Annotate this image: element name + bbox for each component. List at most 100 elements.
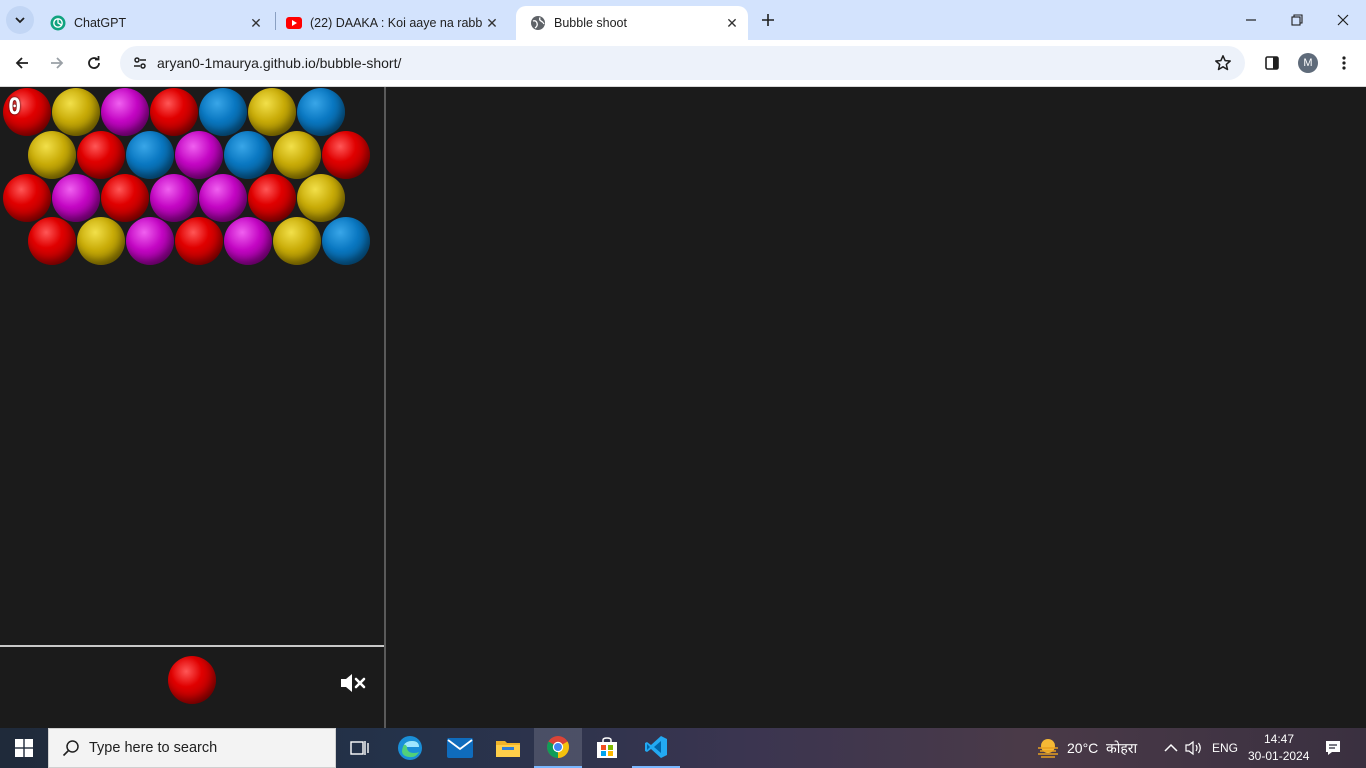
vscode-icon xyxy=(645,736,667,758)
chrome-app[interactable] xyxy=(534,728,582,768)
bubble-magenta xyxy=(223,217,272,265)
search-placeholder: Type here to search xyxy=(89,740,218,756)
bubble-blue xyxy=(199,88,247,136)
tab-title: Bubble shoot xyxy=(554,16,627,30)
bubble-red xyxy=(174,217,223,265)
browser-toolbar: aryan0-1maurya.github.io/bubble-short/ xyxy=(0,40,1366,87)
mute-button[interactable] xyxy=(338,671,368,695)
bubble-red xyxy=(27,217,76,265)
tab-title: (22) DAAKA : Koi aaye na rabba xyxy=(310,16,482,30)
windows-logo-icon xyxy=(15,739,33,757)
arrow-right-icon xyxy=(51,57,64,69)
bubble-magenta xyxy=(199,174,247,222)
store-app[interactable] xyxy=(583,728,631,768)
mail-app[interactable] xyxy=(436,728,484,768)
bubble-red xyxy=(150,88,198,136)
search-icon xyxy=(61,738,81,758)
close-icon xyxy=(1337,14,1349,26)
bubble-yellow xyxy=(272,131,321,179)
bubble-red xyxy=(76,131,125,179)
weather-desc[interactable]: कोहरा xyxy=(1106,739,1137,758)
bubble-blue xyxy=(321,217,370,265)
windows-taskbar: Type here to search 20°C कोहरा ENG 14:47 xyxy=(0,728,1366,768)
bubble-yellow xyxy=(76,217,125,265)
bubble-yellow xyxy=(52,88,100,136)
tab-youtube[interactable]: (22) DAAKA : Koi aaye na rabba ✕ xyxy=(272,6,508,40)
chevron-down-icon xyxy=(15,17,25,24)
youtube-icon xyxy=(286,15,302,31)
sound-muted-icon xyxy=(341,674,366,692)
close-icon[interactable]: ✕ xyxy=(482,13,502,33)
store-icon xyxy=(597,737,617,758)
chatgpt-icon xyxy=(50,15,66,31)
bubble-magenta xyxy=(174,131,223,179)
bubble-yellow xyxy=(297,174,345,222)
chevron-up-icon[interactable] xyxy=(1161,738,1181,758)
start-button[interactable] xyxy=(0,728,48,768)
taskbar-search[interactable]: Type here to search xyxy=(48,728,336,768)
arrow-left-icon xyxy=(15,57,28,69)
tab-search-button[interactable] xyxy=(6,6,34,34)
side-panel-icon xyxy=(1265,56,1279,70)
page-viewport: 0 xyxy=(0,87,1366,728)
new-tab-button[interactable] xyxy=(756,8,780,32)
profile-avatar[interactable]: M xyxy=(1298,53,1318,73)
deadline-line xyxy=(0,645,384,647)
file-explorer-icon xyxy=(496,741,520,757)
bubble-magenta xyxy=(52,174,100,222)
bubble-red xyxy=(321,131,370,179)
url-text: aryan0-1maurya.github.io/bubble-short/ xyxy=(157,55,402,71)
game-border xyxy=(384,87,386,728)
bubble-blue xyxy=(223,131,272,179)
bubble-magenta xyxy=(101,88,149,136)
restore-button[interactable] xyxy=(1274,0,1320,40)
restore-icon xyxy=(1291,14,1303,26)
volume-icon[interactable] xyxy=(1184,738,1204,758)
chrome-icon xyxy=(547,736,569,758)
task-view-button[interactable] xyxy=(336,728,384,768)
clock-time[interactable]: 14:47 xyxy=(1264,732,1294,746)
side-panel-button[interactable] xyxy=(1260,51,1284,75)
edge-app[interactable] xyxy=(386,728,434,768)
file-explorer-app[interactable] xyxy=(484,728,532,768)
notification-icon[interactable] xyxy=(1323,738,1343,758)
bubble-yellow xyxy=(272,217,321,265)
bubble-magenta xyxy=(125,217,174,265)
bubble-red xyxy=(3,174,51,222)
bubble-blue xyxy=(125,131,174,179)
bookmark-star-icon[interactable] xyxy=(1213,53,1233,73)
close-icon[interactable]: ✕ xyxy=(246,13,266,33)
weather-temp[interactable]: 20°C xyxy=(1067,740,1098,756)
bubble-yellow xyxy=(27,131,76,179)
edge-icon xyxy=(398,736,422,760)
back-button[interactable] xyxy=(7,48,37,78)
menu-button[interactable] xyxy=(1332,51,1356,75)
address-bar[interactable]: aryan0-1maurya.github.io/bubble-short/ xyxy=(120,46,1245,80)
bubble-blue xyxy=(297,88,345,136)
tab-title: ChatGPT xyxy=(74,16,127,30)
plus-icon xyxy=(762,14,774,26)
game-canvas[interactable]: 0 xyxy=(0,87,384,728)
input-language[interactable]: ENG xyxy=(1212,741,1238,755)
bubble-magenta xyxy=(150,174,198,222)
weather-fog-icon[interactable] xyxy=(1036,737,1060,759)
vscode-app[interactable] xyxy=(632,728,680,768)
forward-button[interactable] xyxy=(42,48,72,78)
bubble-red xyxy=(101,174,149,222)
shooter-bubble[interactable] xyxy=(168,656,216,704)
tab-chatgpt[interactable]: ChatGPT ✕ xyxy=(36,6,272,40)
bubble-yellow xyxy=(248,88,296,136)
clock-date[interactable]: 30-01-2024 xyxy=(1248,749,1309,763)
minimize-icon xyxy=(1246,19,1256,21)
minimize-button[interactable] xyxy=(1228,0,1274,40)
score-counter: 0 xyxy=(8,95,22,120)
tab-bubble-shoot[interactable]: Bubble shoot ✕ xyxy=(516,6,748,40)
reload-icon xyxy=(88,56,100,69)
globe-icon xyxy=(530,15,546,31)
close-icon[interactable]: ✕ xyxy=(722,13,742,33)
bubble-red xyxy=(248,174,296,222)
close-window-button[interactable] xyxy=(1320,0,1366,40)
reload-button[interactable] xyxy=(79,48,109,78)
site-settings-icon[interactable] xyxy=(128,51,152,75)
task-view-icon xyxy=(350,741,369,755)
